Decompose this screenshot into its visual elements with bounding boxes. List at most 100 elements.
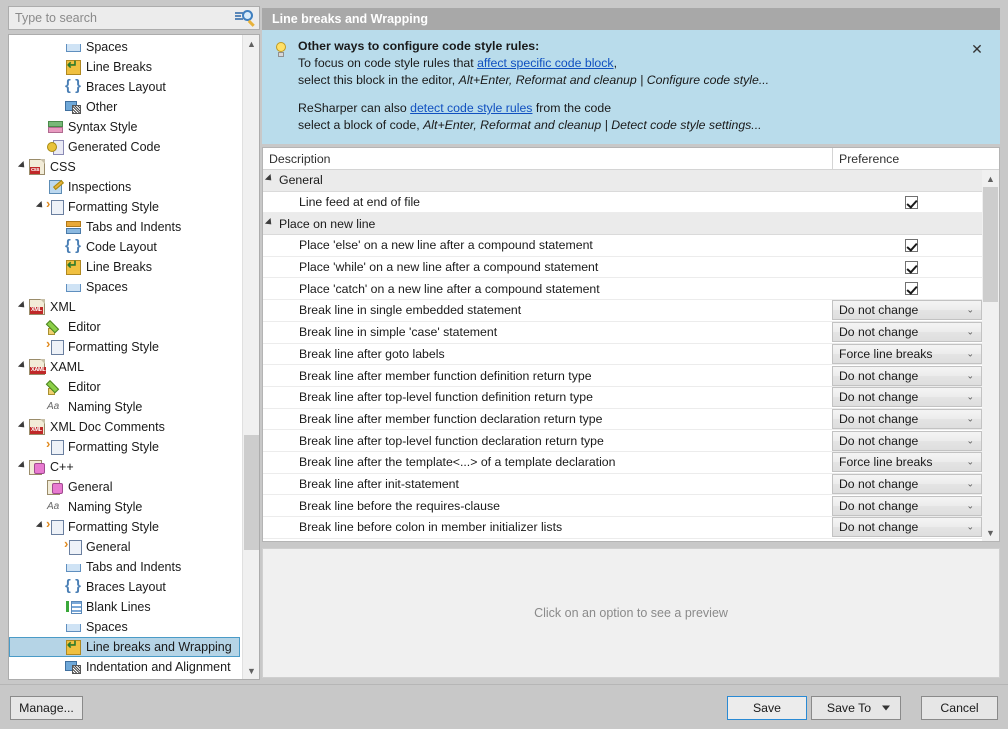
chevron-down-icon[interactable]: ⌄ bbox=[966, 305, 974, 316]
chevron-down-icon[interactable]: ⌄ bbox=[966, 478, 974, 489]
chevron-expanded-icon[interactable] bbox=[15, 463, 29, 471]
preference-checkbox[interactable] bbox=[905, 238, 918, 252]
preference-dropdown[interactable]: Force line breaks ⌄ bbox=[832, 343, 982, 364]
tree-item-generated-code[interactable]: Generated Code bbox=[9, 137, 242, 157]
table-scroll-down-icon[interactable]: ▼ bbox=[982, 524, 999, 541]
tree-item-general[interactable]: General bbox=[9, 536, 242, 557]
table-group-row[interactable]: Place on new line bbox=[263, 213, 982, 236]
tree-scroll-up-icon[interactable]: ▲ bbox=[243, 35, 259, 52]
preference-dropdown[interactable]: Do not change ⌄ bbox=[832, 430, 982, 451]
tree-scrollbar[interactable]: ▲ ▼ bbox=[242, 35, 259, 679]
table-scrollbar[interactable]: ▲ ▼ bbox=[982, 170, 999, 541]
tree-item-xaml[interactable]: XAML XAML bbox=[9, 357, 242, 377]
tree-item-line-breaks[interactable]: Line Breaks bbox=[9, 57, 242, 77]
table-row[interactable]: Break line after top-level function defi… bbox=[263, 387, 982, 409]
chevron-down-icon[interactable]: ⌄ bbox=[966, 500, 974, 511]
chevron-expanded-icon[interactable] bbox=[15, 423, 29, 431]
tree-item-code-layout[interactable]: Code Layout bbox=[9, 237, 242, 257]
table-row[interactable]: Place 'catch' on a new line after a comp… bbox=[263, 278, 982, 301]
chevron-down-icon[interactable]: ⌄ bbox=[966, 435, 974, 446]
affect-specific-code-block-link[interactable]: affect specific code block bbox=[477, 56, 613, 70]
tree-item-line-breaks[interactable]: Line Breaks bbox=[9, 257, 242, 277]
preference-checkbox[interactable] bbox=[905, 195, 918, 209]
save-to-button[interactable]: Save To bbox=[811, 696, 901, 720]
preference-dropdown[interactable]: Do not change ⌄ bbox=[832, 387, 982, 408]
tree-item-spaces[interactable]: Spaces bbox=[9, 277, 242, 297]
tree-item-blank-lines[interactable]: Blank Lines bbox=[9, 597, 242, 617]
tree-item-formatting-style[interactable]: Formatting Style bbox=[9, 336, 242, 357]
manage-button[interactable]: Manage... bbox=[10, 696, 83, 720]
chevron-expanded-icon[interactable] bbox=[15, 363, 29, 371]
table-row[interactable]: Break line in simple 'case' statement Do … bbox=[263, 322, 982, 344]
table-row[interactable]: Break line before colon in member initia… bbox=[263, 517, 982, 539]
search-icon[interactable] bbox=[235, 10, 255, 26]
table-row[interactable]: Break line after member function declara… bbox=[263, 408, 982, 431]
chevron-down-icon[interactable] bbox=[882, 705, 890, 711]
tree-item-editor[interactable]: Editor bbox=[9, 317, 242, 337]
chevron-down-icon[interactable]: ⌄ bbox=[966, 413, 974, 424]
tree-item-other[interactable]: Other bbox=[9, 97, 242, 117]
table-scroll-up-icon[interactable]: ▲ bbox=[982, 170, 999, 187]
table-row[interactable]: Break line after the template<...> of a … bbox=[263, 452, 982, 474]
tree-item-formatting-style[interactable]: Formatting Style bbox=[9, 516, 242, 537]
tree-item-spaces[interactable]: Spaces bbox=[9, 37, 242, 57]
table-group-row[interactable]: General bbox=[263, 170, 982, 192]
table-row[interactable]: Break line after member function definit… bbox=[263, 365, 982, 387]
tree-item-general[interactable]: General bbox=[9, 477, 242, 497]
preference-dropdown[interactable]: Do not change ⌄ bbox=[832, 517, 982, 538]
chevron-down-icon[interactable]: ⌄ bbox=[966, 327, 974, 338]
preference-dropdown[interactable]: Do not change ⌄ bbox=[832, 408, 982, 429]
tree-item-line-breaks-and-wrapping[interactable]: Line breaks and Wrapping bbox=[9, 637, 240, 657]
chevron-down-icon[interactable]: ⌄ bbox=[966, 522, 974, 533]
preference-dropdown[interactable]: Do not change ⌄ bbox=[832, 300, 982, 321]
tree-item-spaces[interactable]: Spaces bbox=[9, 617, 242, 637]
chevron-down-icon[interactable]: ⌄ bbox=[966, 392, 974, 403]
table-row[interactable]: Break line before the requires-clause Do … bbox=[263, 495, 982, 517]
tree-item-editor[interactable]: Editor bbox=[9, 377, 242, 397]
preference-dropdown[interactable]: Do not change ⌄ bbox=[832, 473, 982, 494]
tree-item-tabs-and-indents[interactable]: Tabs and Indents bbox=[9, 557, 242, 577]
preference-dropdown[interactable]: Force line breaks ⌄ bbox=[832, 452, 982, 473]
tree-item-tabs-and-indents[interactable]: Tabs and Indents bbox=[9, 217, 242, 237]
search-input[interactable]: Type to search bbox=[8, 6, 260, 30]
preference-checkbox[interactable] bbox=[905, 282, 918, 296]
save-button[interactable]: Save bbox=[727, 696, 807, 720]
tree-item-naming-style[interactable]: Aa Naming Style bbox=[9, 497, 242, 517]
chevron-expanded-icon[interactable] bbox=[15, 303, 29, 311]
tree-scrollbar-thumb[interactable] bbox=[244, 435, 259, 550]
chevron-down-icon[interactable]: ⌄ bbox=[966, 348, 974, 359]
tree-scroll-down-icon[interactable]: ▼ bbox=[243, 662, 259, 679]
preference-dropdown[interactable]: Do not change ⌄ bbox=[832, 495, 982, 516]
tree-item-formatting-style[interactable]: Formatting Style bbox=[9, 196, 242, 217]
table-row[interactable]: Place 'else' on a new line after a compo… bbox=[263, 235, 982, 257]
table-row[interactable]: Break line after top-level function decl… bbox=[263, 430, 982, 452]
column-header-description[interactable]: Description bbox=[263, 148, 833, 169]
preference-dropdown[interactable]: Do not change ⌄ bbox=[832, 365, 982, 386]
tree-item-formatting-style[interactable]: Formatting Style bbox=[9, 436, 242, 457]
chevron-expanded-icon[interactable] bbox=[267, 176, 279, 184]
column-header-preference[interactable]: Preference bbox=[833, 148, 999, 169]
preference-dropdown[interactable]: Do not change ⌄ bbox=[832, 322, 982, 343]
table-row[interactable]: Line feed at end of file bbox=[263, 192, 982, 214]
close-icon[interactable]: ✕ bbox=[968, 40, 986, 58]
chevron-down-icon[interactable]: ⌄ bbox=[966, 370, 974, 381]
tree-item-indentation-and-alignment[interactable]: Indentation and Alignment bbox=[9, 657, 242, 677]
chevron-expanded-icon[interactable] bbox=[33, 523, 47, 531]
chevron-down-icon[interactable]: ⌄ bbox=[966, 457, 974, 468]
table-row[interactable]: Break line after goto labels Force line b… bbox=[263, 343, 982, 366]
tree-item-naming-style[interactable]: Aa Naming Style bbox=[9, 397, 242, 417]
tree-item-syntax-style[interactable]: Syntax Style bbox=[9, 117, 242, 137]
cancel-button[interactable]: Cancel bbox=[921, 696, 998, 720]
tree-item-xml[interactable]: XML XML bbox=[9, 297, 242, 317]
table-row[interactable]: Place 'while' on a new line after a comp… bbox=[263, 257, 982, 279]
chevron-expanded-icon[interactable] bbox=[33, 203, 47, 211]
tree-item-braces-layout[interactable]: Braces Layout bbox=[9, 577, 242, 597]
tree-item-braces-layout[interactable]: Braces Layout bbox=[9, 77, 242, 97]
chevron-expanded-icon[interactable] bbox=[267, 220, 279, 228]
table-row[interactable]: Break line after init-statement Do not ch… bbox=[263, 473, 982, 496]
preference-checkbox[interactable] bbox=[905, 260, 918, 274]
chevron-expanded-icon[interactable] bbox=[15, 163, 29, 171]
detect-code-style-rules-link[interactable]: detect code style rules bbox=[410, 101, 532, 115]
tree-item-css[interactable]: css CSS bbox=[9, 157, 242, 177]
tree-item-inspections[interactable]: Inspections bbox=[9, 177, 242, 197]
